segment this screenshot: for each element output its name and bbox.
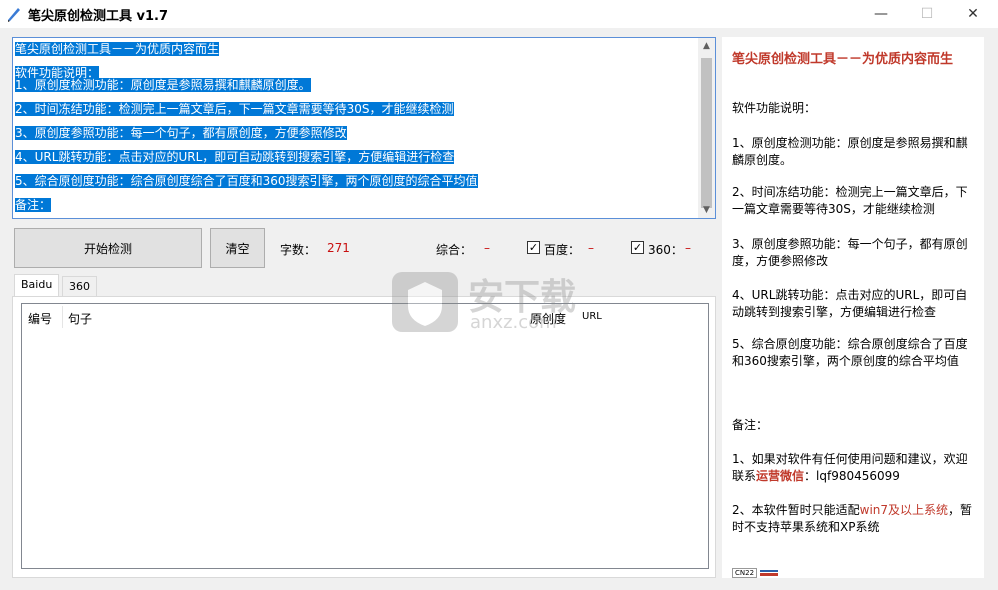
tab-360[interactable]: 360 (62, 276, 97, 296)
info-headline: 笔尖原创检测工具－－为优质内容而生 (732, 52, 954, 67)
360-score-value: – (685, 241, 691, 255)
editor-line: 笔尖原创检测工具－－为优质内容而生 (15, 42, 220, 56)
baidu-score-label: 百度： (544, 243, 581, 257)
editor-line: 4、URL跳转功能：点击对应的URL，即可自动跳转到搜索引擎，方便编辑进行检查 (15, 150, 455, 164)
info-item: 2、时间冻结功能：检测完上一篇文章后，下一篇文章需要等待30S，才能继续检测 (732, 185, 968, 216)
scroll-thumb[interactable] (701, 58, 712, 208)
start-detect-button[interactable]: 开始检测 (14, 228, 202, 268)
watermark: 安下载 anxz.com (390, 266, 620, 336)
info-scrollbar[interactable] (984, 37, 990, 578)
scroll-up-icon[interactable]: ▲ (698, 38, 715, 54)
info-intro: 软件功能说明： (732, 101, 817, 115)
results-panel: 编号 句子 原创度 URL (12, 296, 716, 578)
editor-line: 备注： (15, 198, 52, 212)
info-item: 5、综合原创度功能：综合原创度综合了百度和360搜索引擎，两个原创度的综合平均值 (732, 337, 968, 368)
scroll-down-icon[interactable]: ▼ (698, 202, 715, 218)
flag-icon (760, 570, 778, 576)
language-badge: CN22 (732, 568, 758, 578)
editor-content: 笔尖原创检测工具－－为优质内容而生 软件功能说明： 1、原创度检测功能：原创度是… (15, 41, 701, 218)
info-item: 1、原创度检测功能：原创度是参照易撰和麒麟原创度。 (732, 136, 968, 167)
word-count-value: 271 (327, 241, 350, 255)
info-item: 4、URL跳转功能：点击对应的URL，即可自动跳转到搜索引擎，方便编辑进行检查 (732, 288, 968, 319)
baidu-score-value: – (588, 241, 594, 255)
shield-icon (392, 272, 458, 332)
baidu-checkbox[interactable]: ✓ (527, 241, 540, 254)
app-pen-icon (8, 8, 20, 22)
window-title: 笔尖原创检测工具 v1.7 (28, 9, 169, 24)
overall-score-value: – (484, 241, 490, 255)
maximize-button[interactable]: ☐ (904, 0, 950, 28)
close-button[interactable]: ✕ (950, 0, 996, 28)
editor-scrollbar[interactable]: ▲ ▼ (698, 38, 715, 218)
column-header-sentence[interactable]: 句子 (68, 310, 92, 327)
column-header-id[interactable]: 编号 (28, 310, 52, 327)
overall-score-label: 综合： (436, 243, 473, 257)
360-score-label: 360： (648, 243, 683, 257)
editor-line: 软件功能说明： (15, 66, 100, 80)
editor-line: 3、原创度参照功能：每一个句子，都有原创度，方便参照修改 (15, 126, 347, 140)
360-checkbox[interactable]: ✓ (631, 241, 644, 254)
editor-line: 1、原创度检测功能：原创度是参照易撰和麒麟原创度。 (15, 78, 311, 92)
info-note-2: 2、本软件暂时只能适配win7及以上系统，暂时不支持苹果系统和XP系统 (732, 503, 973, 534)
info-note-1: 1、如果对软件有任何使用问题和建议，欢迎联系运营微信：lqf980456099 (732, 452, 968, 483)
info-item: 3、原创度参照功能：每一个句子，都有原创度，方便参照修改 (732, 237, 968, 268)
tab-baidu[interactable]: Baidu (14, 274, 60, 296)
results-table[interactable]: 编号 句子 原创度 URL (21, 303, 709, 569)
minimize-button[interactable]: — (858, 0, 904, 28)
title-bar: 笔尖原创检测工具 v1.7 — ☐ ✕ (0, 0, 998, 28)
text-input-area[interactable]: 笔尖原创检测工具－－为优质内容而生 软件功能说明： 1、原创度检测功能：原创度是… (12, 37, 716, 219)
word-count-label: 字数： (280, 243, 317, 257)
editor-line: 5、综合原创度功能：综合原创度综合了百度和360搜索引擎，两个原创度的综合平均值 (15, 174, 478, 188)
info-note-label: 备注： (732, 418, 769, 432)
editor-line: 2、时间冻结功能：检测完上一篇文章后，下一篇文章需要等待30S，才能继续检测 (15, 102, 454, 116)
clear-button[interactable]: 清空 (210, 228, 265, 268)
info-panel: 笔尖原创检测工具－－为优质内容而生 软件功能说明： 1、原创度检测功能：原创度是… (722, 37, 984, 578)
